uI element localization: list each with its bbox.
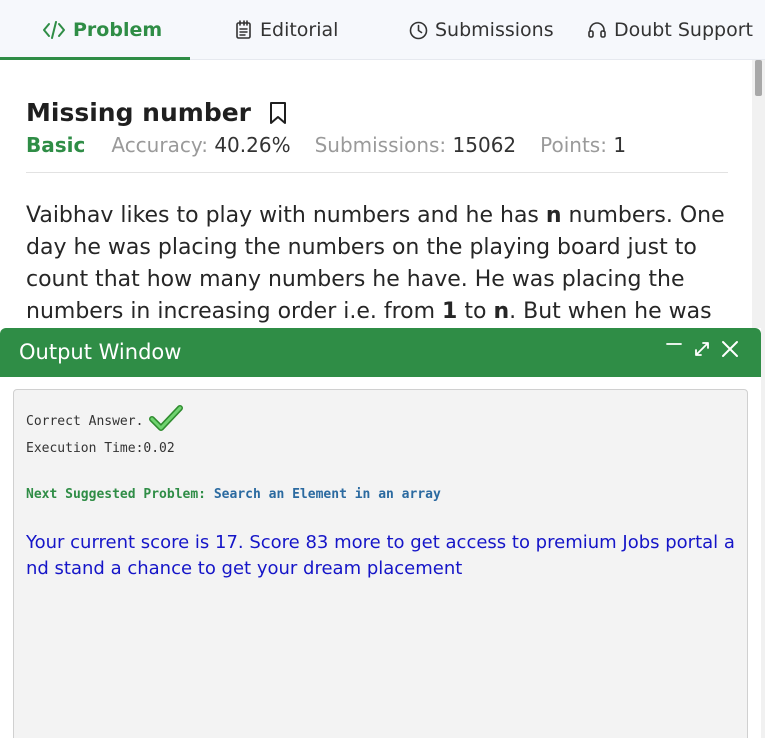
tab-doubt-support[interactable]: Doubt Support [587,0,753,60]
tab-submissions[interactable]: Submissions [409,0,554,60]
statement-bold: n [493,299,510,324]
page-title: Missing number [26,98,251,127]
tab-problem[interactable]: Problem [42,0,162,60]
tab-problem-label: Problem [73,19,163,41]
accuracy-value: 40.26% [214,133,291,157]
problem-statement: Vaibhav likes to play with numbers and h… [26,200,726,328]
divider [26,172,728,173]
output-panel: Correct Answer. Execution Time:0.02 Next… [13,389,748,738]
statement-bold: n [545,203,562,228]
checkmark-icon [149,404,184,432]
score-message: Your current score is 17. Score 83 more … [26,532,735,579]
window-controls [665,340,739,358]
next-problem-link[interactable]: Search an Element in an array [214,487,441,502]
output-window-title: Output Window [19,340,182,364]
next-suggested-problem: Next Suggested Problem: Search an Elemen… [26,487,441,502]
points-label: Points: [540,133,607,157]
tab-doubt-support-label: Doubt Support [614,19,753,41]
submissions-label: Submissions: [314,133,447,157]
clock-icon [409,21,428,40]
active-tab-indicator [0,57,190,60]
headset-icon [587,21,607,40]
correct-answer-text: Correct Answer. [26,413,144,429]
problem-meta: Basic Accuracy: 40.26% Submissions: 1506… [26,133,650,157]
bookmark-icon[interactable] [269,101,287,125]
statement-text: to [457,299,494,324]
tab-editorial[interactable]: Editorial [235,0,338,60]
next-problem-label: Next Suggested Problem: [26,487,207,502]
code-icon [42,21,66,39]
output-window-header[interactable]: Output Window [0,328,761,377]
result-status: Correct Answer. [26,405,184,432]
minimize-icon[interactable] [665,340,683,358]
statement-text: Vaibhav likes to play with numbers and h… [26,203,546,228]
tab-submissions-label: Submissions [435,19,554,41]
scrollbar-thumb[interactable] [755,60,762,96]
close-icon[interactable] [721,340,739,358]
editorial-icon [235,20,253,40]
difficulty-badge: Basic [26,133,86,157]
tab-bar: Problem Editorial Submissions Doubt Supp… [0,0,765,60]
statement-bold: 1 [442,299,458,324]
accuracy-label: Accuracy: [111,133,208,157]
points-value: 1 [613,133,627,157]
execution-time: Execution Time:0.02 [26,441,175,456]
output-window: Output Window Correct Answer. Execution … [0,328,761,738]
problem-header: Missing number [26,98,287,127]
expand-icon[interactable] [693,340,711,358]
statement-text: . But when he was [509,299,712,324]
submissions-value: 15062 [452,133,517,157]
tab-editorial-label: Editorial [260,19,339,41]
